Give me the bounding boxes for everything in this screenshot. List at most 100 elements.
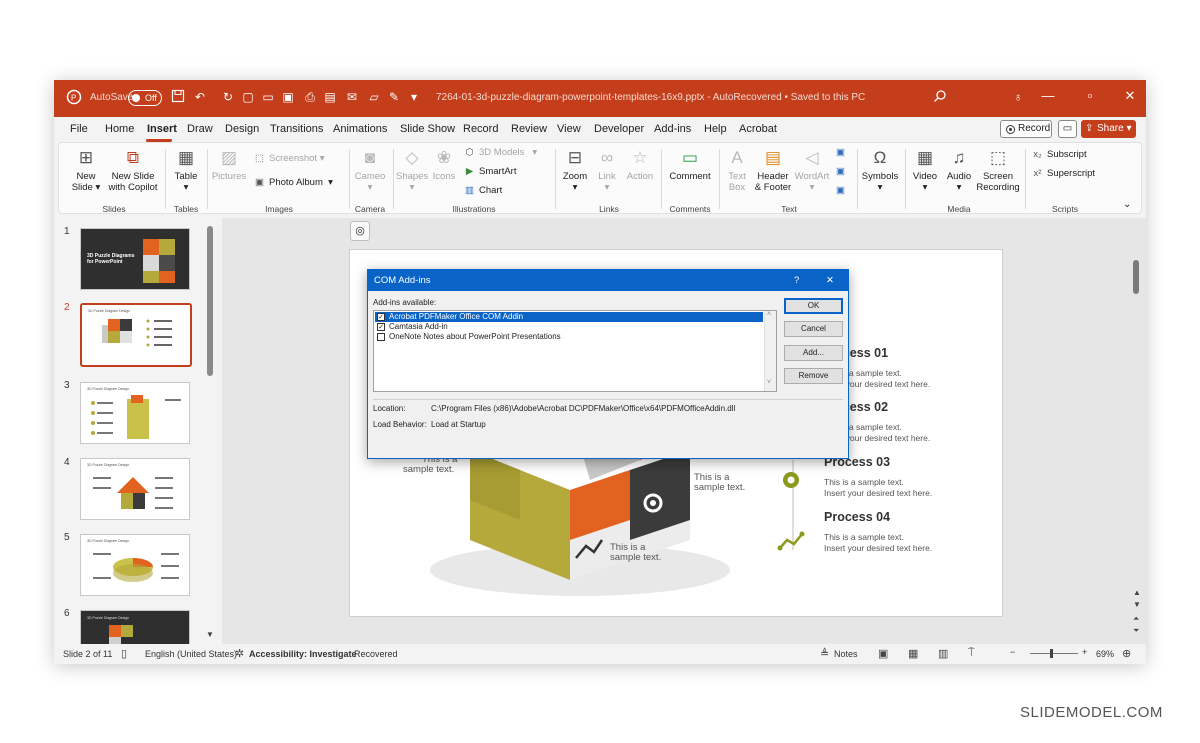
addin-row-acrobat[interactable]: ✓ Acrobat PDFMaker Office COM Addin	[375, 312, 763, 322]
accessibility-icon[interactable]: ✲	[235, 647, 244, 660]
tab-draw[interactable]: Draw	[187, 123, 213, 135]
share-button[interactable]: ⇪ Share ▾	[1081, 120, 1136, 138]
addins-list-scrollbar[interactable]: ˄ ˅	[764, 311, 776, 391]
header-footer-button[interactable]: ▤ Header & Footer	[753, 147, 793, 193]
customize-icon[interactable]: ▾	[406, 89, 422, 105]
tab-view[interactable]: View	[557, 123, 581, 135]
scroll-down-icon[interactable]: ▼	[206, 630, 214, 639]
zoom-button[interactable]: ⊟ Zoom ▾	[559, 147, 591, 193]
tab-developer[interactable]: Developer	[594, 123, 644, 135]
fit-to-window-icon[interactable]: ⊕	[1122, 647, 1131, 660]
comment-button[interactable]: ▭ Comment	[665, 147, 715, 182]
addin-checkbox[interactable]: ✓	[377, 313, 385, 321]
addins-list[interactable]: ✓ Acrobat PDFMaker Office COM Addin ✓ Ca…	[373, 310, 777, 392]
video-button[interactable]: ▦ Video ▾	[909, 147, 941, 193]
scroll-down-icon[interactable]: ▼	[1133, 600, 1141, 609]
tab-home[interactable]: Home	[105, 123, 134, 135]
notes-icon[interactable]: ≜	[820, 647, 829, 660]
help-icon[interactable]: ?	[794, 275, 799, 286]
search-icon[interactable]	[932, 89, 948, 105]
tab-animations[interactable]: Animations	[333, 123, 387, 135]
zoom-level[interactable]: 69%	[1096, 649, 1114, 659]
slide-scrollbar[interactable]	[1133, 260, 1139, 294]
slideshow-view-icon[interactable]: ⍑	[968, 647, 975, 660]
addin-row-camtasia[interactable]: ✓ Camtasia Add-in	[375, 322, 763, 332]
screenshot-button[interactable]: ⬚ Screenshot ▾	[253, 153, 324, 164]
audio-button[interactable]: ♫ Audio ▾	[943, 147, 975, 193]
open-folder-icon[interactable]: ▭	[260, 89, 276, 105]
slide-thumbnail-4[interactable]: 3D Puzzle Diagram Design	[80, 458, 190, 520]
previous-slide-icon[interactable]: ⏶	[1133, 614, 1139, 624]
tab-review[interactable]: Review	[511, 123, 547, 135]
tab-slide-show[interactable]: Slide Show	[400, 123, 455, 135]
picture-icon[interactable]: ▣	[280, 89, 296, 105]
slideshow-icon[interactable]: ▤	[322, 89, 338, 105]
zoom-slider[interactable]	[1030, 653, 1078, 654]
scroll-up-icon[interactable]: ▲	[1133, 588, 1141, 597]
object-button[interactable]: ▣	[834, 185, 850, 196]
slide-thumbnail-5[interactable]: 3D Puzzle Diagram Design	[80, 534, 190, 596]
lightbulb-icon[interactable]: ♁	[1010, 89, 1026, 105]
pictures-button[interactable]: ▨ Pictures	[209, 147, 249, 182]
new-file-icon[interactable]: ▢	[240, 89, 256, 105]
comments-button[interactable]: ▭	[1058, 120, 1077, 138]
collapse-ribbon-icon[interactable]: ⌄	[1123, 199, 1131, 210]
slide-sorter-icon[interactable]: ▦	[908, 647, 918, 660]
spelling-check-icon[interactable]: ▯	[121, 647, 127, 660]
smartart-button[interactable]: ▶ SmartArt	[463, 166, 517, 177]
reading-view-icon[interactable]: ▥	[938, 647, 948, 660]
email-icon[interactable]: ✉	[344, 89, 360, 105]
restore-icon[interactable]: ▫	[1080, 88, 1100, 103]
shapes-button[interactable]: ◇ Shapes ▾	[396, 147, 428, 193]
wordart-button[interactable]: ◁ WordArt ▾	[793, 147, 831, 193]
notes-button[interactable]: Notes	[834, 649, 858, 659]
tab-acrobat[interactable]: Acrobat	[739, 123, 777, 135]
zoom-in-icon[interactable]: +	[1082, 647, 1087, 657]
tab-record[interactable]: Record	[463, 123, 498, 135]
normal-view-icon[interactable]: ▣	[878, 647, 888, 660]
tab-design[interactable]: Design	[225, 123, 259, 135]
cancel-button[interactable]: Cancel	[784, 321, 843, 337]
close-icon[interactable]: ✕	[826, 275, 834, 286]
cameo-button[interactable]: ◙ Cameo ▾	[352, 147, 388, 193]
zoom-slider-thumb[interactable]	[1050, 649, 1053, 658]
action-button[interactable]: ☆ Action	[623, 147, 657, 182]
tab-insert[interactable]: Insert	[147, 123, 177, 135]
slide-number-button[interactable]: ▣	[834, 166, 850, 177]
print-icon[interactable]: ⎙	[302, 89, 318, 105]
language-indicator[interactable]: English (United States)	[145, 649, 237, 659]
slide-thumbnail-1[interactable]: 3D Puzzle Diagrams for PowerPoint	[80, 228, 190, 290]
undo-icon[interactable]: ↶	[192, 89, 208, 105]
chevron-down-icon[interactable]: ˅	[767, 379, 771, 386]
comment-icon[interactable]: ▱	[366, 89, 382, 105]
minimize-icon[interactable]: —	[1038, 88, 1058, 103]
chart-button[interactable]: ▥ Chart	[463, 185, 502, 196]
save-icon[interactable]	[170, 89, 186, 105]
tab-help[interactable]: Help	[704, 123, 727, 135]
tab-transitions[interactable]: Transitions	[270, 123, 323, 135]
record-button[interactable]: Record	[1000, 120, 1052, 138]
tab-add-ins[interactable]: Add-ins	[654, 123, 691, 135]
remove-button[interactable]: Remove	[784, 368, 843, 384]
close-icon[interactable]: ✕	[1120, 88, 1140, 104]
chevron-up-icon[interactable]: ˄	[767, 311, 771, 318]
copilot-icon[interactable]: ◎	[350, 221, 370, 241]
new-slide-button[interactable]: ⊞ New Slide ▾	[69, 147, 103, 193]
new-slide-copilot-button[interactable]: ⧉ New Slide with Copilot	[105, 147, 161, 193]
screen-recording-button[interactable]: ⬚ Screen Recording	[975, 147, 1021, 193]
text-box-button[interactable]: A Text Box	[723, 147, 751, 193]
ok-button[interactable]: OK	[784, 298, 843, 314]
table-button[interactable]: ▦ Table ▾	[169, 147, 203, 193]
accessibility-status[interactable]: Accessibility: Investigate	[249, 649, 357, 659]
redo-icon[interactable]: ↻	[220, 89, 236, 105]
thumbnail-scrollbar[interactable]	[207, 226, 213, 376]
photo-album-button[interactable]: ▣ Photo Album ▾	[253, 177, 333, 188]
next-slide-icon[interactable]: ⏷	[1133, 626, 1139, 636]
tab-file[interactable]: File	[70, 123, 88, 135]
slide-thumbnail-2[interactable]: 3D Puzzle Diagram Design	[80, 303, 192, 367]
add-button[interactable]: Add...	[784, 345, 843, 361]
addin-checkbox[interactable]: ✓	[377, 323, 385, 331]
symbols-button[interactable]: Ω Symbols ▾	[859, 147, 901, 193]
icons-button[interactable]: ❀ Icons	[429, 147, 459, 182]
subscript-button[interactable]: x₂ Subscript	[1031, 149, 1086, 160]
